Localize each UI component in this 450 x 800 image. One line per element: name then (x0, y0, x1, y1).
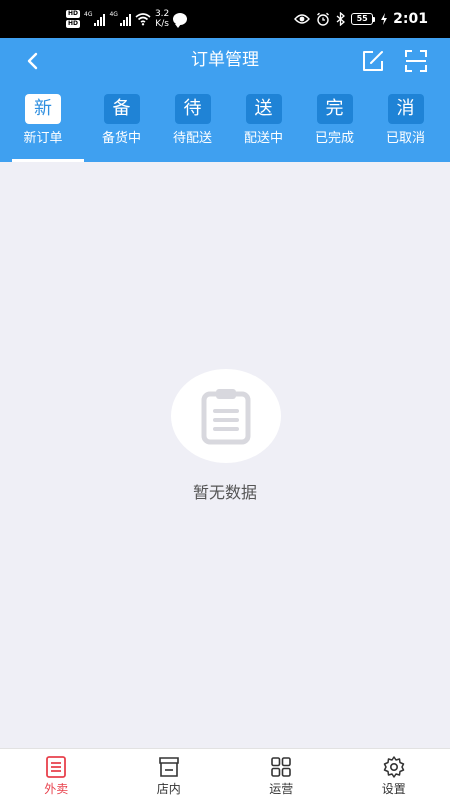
bluetooth-icon (336, 12, 346, 26)
nav-settings[interactable]: 设置 (338, 749, 450, 800)
tab-badge: 新 (25, 94, 61, 124)
speed-value: 3.2 (154, 9, 170, 19)
tab-label: 已取消 (385, 131, 425, 146)
tab-badge: 消 (387, 94, 424, 124)
signal-icon-2: 4G (109, 11, 131, 26)
tab-new-orders[interactable]: 新 新订单 (0, 90, 86, 162)
gear-icon (383, 756, 404, 778)
edit-button[interactable] (359, 47, 387, 75)
nav-operations[interactable]: 运营 (225, 749, 338, 800)
order-list-area[interactable]: 暂无数据 (0, 162, 450, 748)
tab-badge: 备 (103, 94, 140, 124)
hd-indicators: HD HD (66, 10, 81, 28)
speed-unit: K/s (155, 19, 169, 29)
store-icon (158, 757, 179, 777)
status-right: 55 2:01 (294, 8, 428, 30)
signal-icon-1: 4G (84, 11, 106, 26)
nav-takeout[interactable]: 外卖 (0, 749, 113, 800)
tab-badge: 送 (245, 94, 282, 124)
empty-state-illustration (171, 369, 281, 463)
nav-bar: 订单管理 (0, 38, 450, 84)
tab-label: 备货中 (101, 131, 141, 146)
status-bar: HD HD 4G 4G 3.2 K/s 55 2:01 (0, 0, 450, 38)
tab-label: 待配送 (172, 131, 212, 146)
tab-completed[interactable]: 完 已完成 (299, 90, 370, 162)
nav-label: 设置 (381, 782, 406, 796)
alarm-icon (317, 12, 330, 26)
hd-badge-2: HD (66, 20, 81, 28)
scan-icon (405, 50, 427, 72)
app-header: 订单管理 新 新订单 备 备货中 待 待配送 送 配送中 完 已完成 消 已取消 (0, 38, 450, 162)
order-status-tabs: 新 新订单 备 备货中 待 待配送 送 配送中 完 已完成 消 已取消 (0, 90, 450, 162)
network-type-2: 4G (109, 11, 118, 18)
tab-awaiting-delivery[interactable]: 待 待配送 (157, 90, 228, 162)
edit-icon (363, 51, 383, 71)
tab-cancelled[interactable]: 消 已取消 (370, 90, 441, 162)
tab-label: 配送中 (243, 131, 283, 146)
battery-icon: 55 (351, 13, 376, 25)
tab-badge: 完 (316, 94, 353, 124)
network-type-1: 4G (84, 11, 93, 18)
nav-label: 店内 (156, 782, 181, 796)
list-icon (46, 756, 67, 778)
network-speed: 3.2 K/s (155, 9, 169, 29)
tab-label: 新订单 (23, 131, 63, 146)
hd-badge-1: HD (66, 10, 81, 18)
eye-icon (294, 14, 311, 24)
status-time: 2:01 (393, 11, 428, 27)
bottom-navigation: 外卖 店内 运营 设置 (0, 748, 450, 800)
status-left: HD HD 4G 4G 3.2 K/s (66, 6, 188, 32)
tab-label: 已完成 (314, 131, 354, 146)
tab-preparing[interactable]: 备 备货中 (86, 90, 157, 162)
tab-delivering[interactable]: 送 配送中 (228, 90, 299, 162)
nav-dine-in[interactable]: 店内 (113, 749, 226, 800)
tab-badge: 待 (174, 94, 211, 124)
scan-button[interactable] (402, 47, 430, 75)
grid-icon (271, 757, 292, 777)
charging-icon (381, 13, 388, 25)
wifi-icon (135, 13, 151, 26)
battery-level: 55 (351, 13, 374, 25)
nav-label: 运营 (269, 782, 294, 796)
nav-label: 外卖 (44, 782, 69, 796)
clipboard-icon (201, 389, 251, 445)
chat-icon (173, 13, 188, 28)
empty-state-text: 暂无数据 (192, 483, 257, 502)
